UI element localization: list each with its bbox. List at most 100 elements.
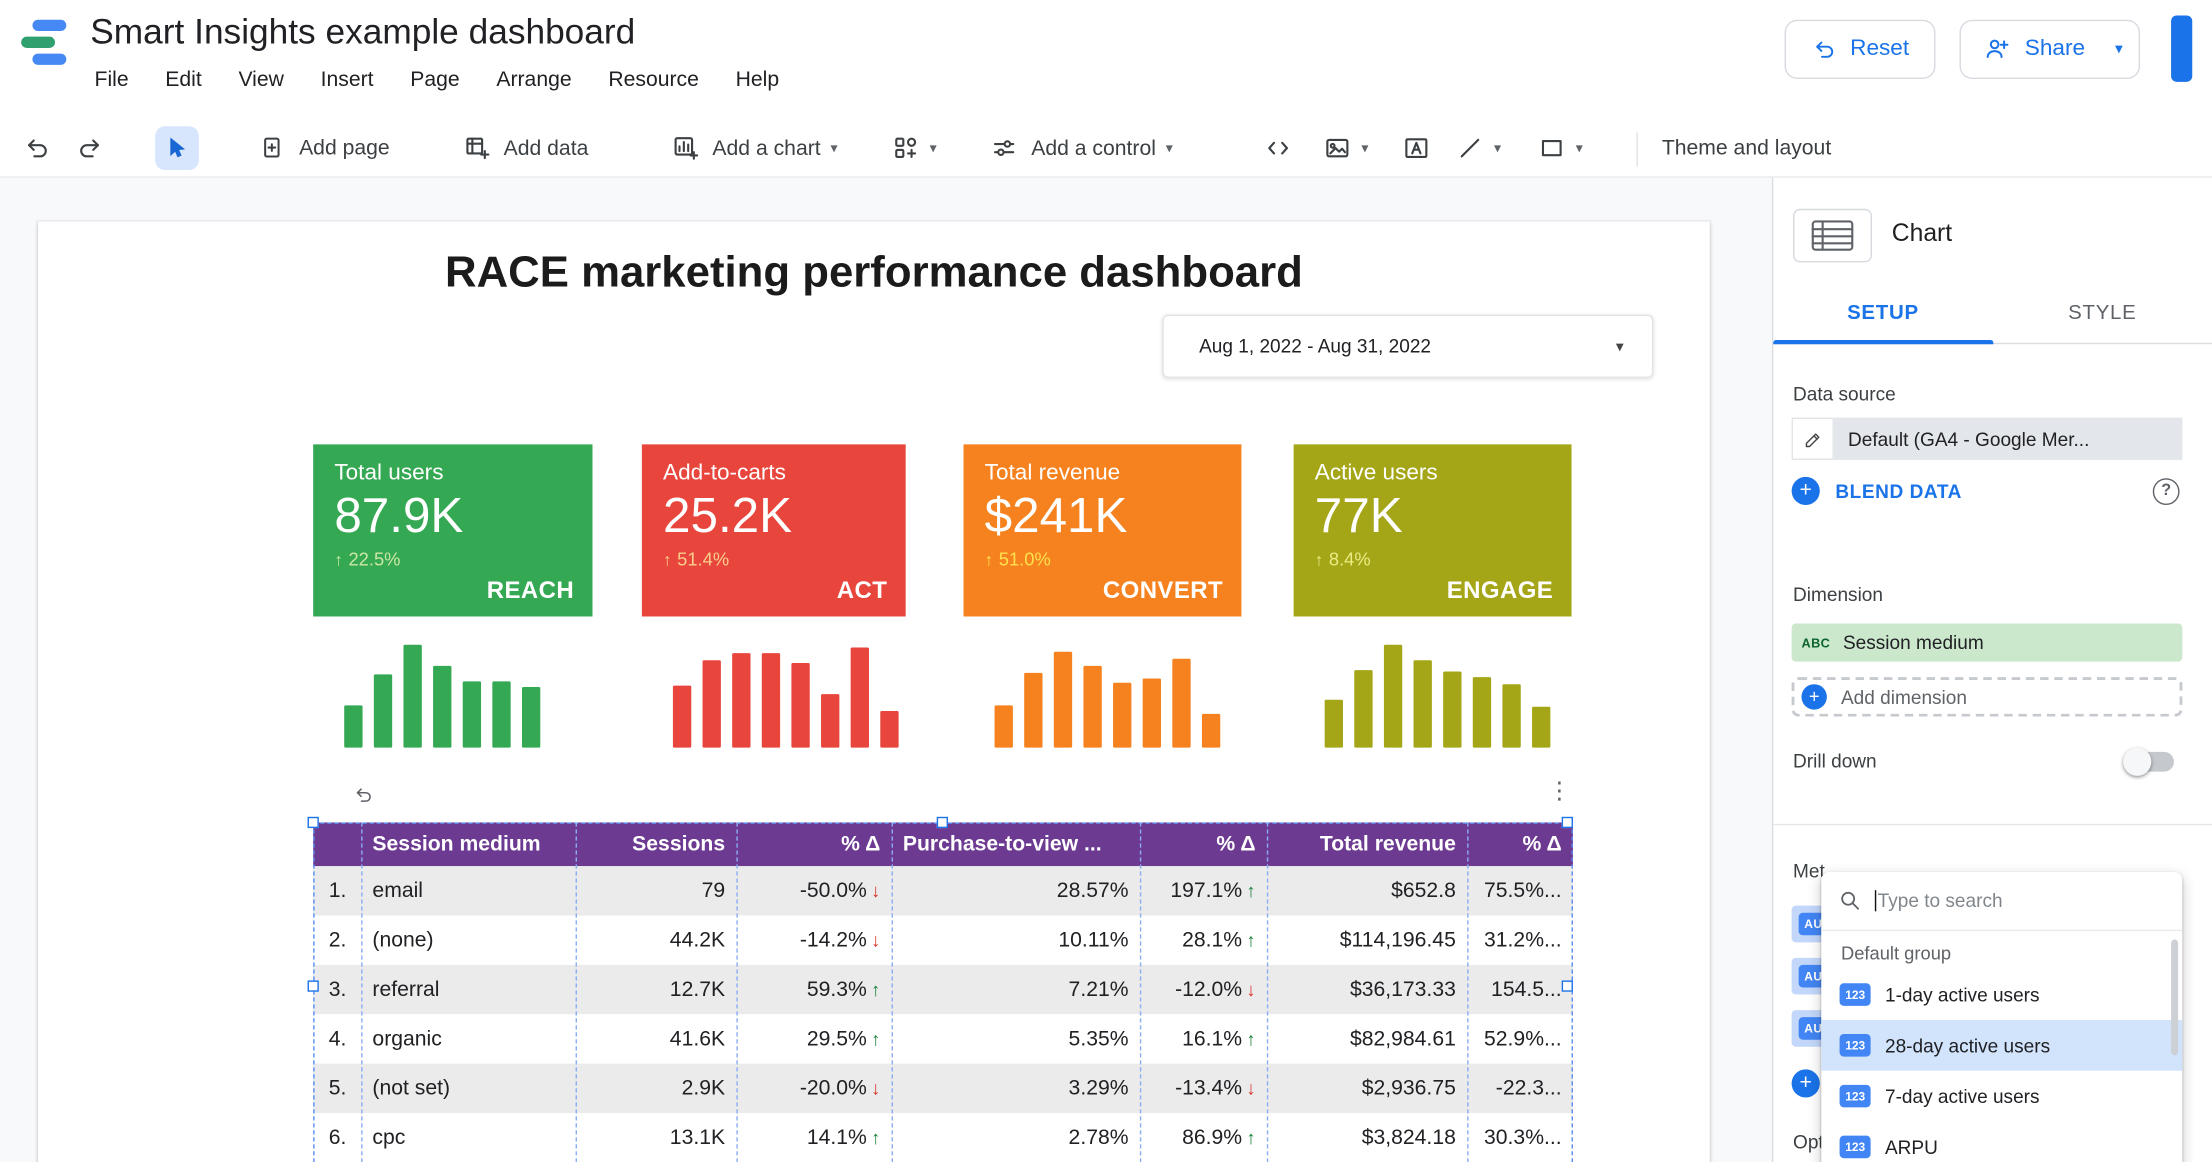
- scorecard-tag: REACH: [487, 577, 574, 605]
- header-actions: Reset Share ▾: [1784, 16, 2192, 82]
- picker-option[interactable]: 1237-day active users: [1821, 1071, 2182, 1122]
- selection-handle[interactable]: [937, 817, 948, 828]
- undo-icon: [1811, 36, 1836, 61]
- cursor-icon: [164, 135, 191, 162]
- add-text-button[interactable]: [1402, 134, 1430, 162]
- share-dropdown-button[interactable]: ▾: [2099, 39, 2139, 57]
- menu-edit[interactable]: Edit: [147, 61, 220, 99]
- table-row[interactable]: 4.organic41.6K29.5%↑5.35%16.1%↑$82,984.6…: [313, 1014, 1573, 1063]
- embed-url-button[interactable]: [1264, 134, 1292, 162]
- menu-file[interactable]: File: [76, 61, 147, 99]
- add-chart-icon: [671, 134, 699, 162]
- arrow-down-icon: ↓: [1246, 1078, 1255, 1099]
- picker-group-label: Default group: [1821, 931, 2182, 969]
- report-title[interactable]: Smart Insights example dashboard: [90, 13, 635, 54]
- selection-handle[interactable]: [308, 980, 319, 991]
- arrow-down-icon: ↓: [871, 880, 880, 901]
- user-avatar[interactable]: [2171, 16, 2192, 82]
- table-row[interactable]: 1.email79-50.0%↓28.57%197.1%↑$652.875.5%…: [313, 866, 1573, 915]
- arrow-up-icon: ↑: [1246, 1028, 1255, 1049]
- selection-handle[interactable]: [1562, 980, 1573, 991]
- select-tool-button[interactable]: [155, 126, 199, 170]
- arrow-down-icon: ↓: [1246, 979, 1255, 1000]
- add-image-button[interactable]: ▾: [1323, 134, 1368, 162]
- mini-bar-chart-reach[interactable]: [344, 642, 540, 748]
- arrow-down-icon: ↓: [871, 930, 880, 951]
- menu-help[interactable]: Help: [717, 61, 797, 99]
- table-row[interactable]: 6.cpc13.1K14.1%↑2.78%86.9%↑$3,824.1830.3…: [313, 1113, 1573, 1162]
- mini-bar-chart-act[interactable]: [673, 642, 899, 748]
- top-header: Smart Insights example dashboard FileEdi…: [0, 0, 2212, 120]
- picker-option[interactable]: 123ARPU: [1821, 1122, 2182, 1162]
- metric-search-input[interactable]: Type to search: [1821, 872, 2182, 931]
- reset-button[interactable]: Reset: [1784, 19, 1936, 78]
- picker-options: 1231-day active users12328-day active us…: [1821, 969, 2182, 1162]
- picker-option[interactable]: 1231-day active users: [1821, 969, 2182, 1020]
- share-button[interactable]: Share: [1961, 35, 2099, 62]
- theme-and-layout-button[interactable]: Theme and layout: [1662, 136, 1831, 160]
- tab-setup[interactable]: SETUP: [1773, 282, 1992, 343]
- picker-option[interactable]: 12328-day active users: [1821, 1020, 2182, 1071]
- chevron-down-icon: ▾: [1361, 140, 1368, 156]
- table-row[interactable]: 3.referral12.7K59.3%↑7.21%-12.0%↓$36,173…: [313, 965, 1573, 1014]
- mini-bar-chart-convert[interactable]: [995, 642, 1221, 748]
- drill-down-toggle[interactable]: [2126, 751, 2174, 771]
- edit-data-source-icon[interactable]: [1792, 418, 1834, 460]
- scorecard-reach[interactable]: Total users87.9K↑22.5%REACH: [313, 444, 592, 616]
- scorecard-value: 77K: [1315, 488, 1551, 544]
- add-dimension-button[interactable]: + Add dimension: [1792, 677, 2183, 716]
- bar: [1202, 714, 1220, 748]
- community-visualizations-button[interactable]: ▾: [892, 134, 937, 162]
- arrow-up-icon: ↑: [663, 549, 671, 569]
- bar: [1532, 707, 1550, 748]
- blend-data-button[interactable]: + BLEND DATA ?: [1792, 477, 2183, 505]
- add-data-button[interactable]: Add data: [463, 134, 589, 162]
- scorecard-act[interactable]: Add-to-carts25.2K↑51.4%ACT: [642, 444, 906, 616]
- scorecard-engage[interactable]: Active users77K↑8.4%ENGAGE: [1294, 444, 1572, 616]
- add-control-button[interactable]: Add a control ▾: [990, 134, 1173, 162]
- menu-view[interactable]: View: [220, 61, 302, 99]
- tab-style[interactable]: STYLE: [1993, 282, 2212, 343]
- text-box-icon: [1402, 134, 1430, 162]
- chart-menu-kebab-icon[interactable]: ⋮: [1548, 777, 1572, 805]
- dimension-label: Dimension: [1793, 584, 1883, 605]
- bar: [1384, 645, 1402, 748]
- metric-picker-dropdown: Type to search Default group 1231-day ac…: [1821, 872, 2182, 1162]
- table-row[interactable]: 2.(none)44.2K-14.2%↓10.11%28.1%↑$114,196…: [313, 916, 1573, 965]
- menu-arrange[interactable]: Arrange: [478, 61, 590, 99]
- scrollbar-thumb[interactable]: [2171, 940, 2178, 1056]
- add-shape-button[interactable]: ▾: [1538, 134, 1583, 162]
- menu-insert[interactable]: Insert: [302, 61, 392, 99]
- scorecard-convert[interactable]: Total revenue$241K↑51.0%CONVERT: [964, 444, 1242, 616]
- looker-studio-logo-icon[interactable]: [20, 18, 74, 66]
- arrow-up-icon: ↑: [334, 549, 342, 569]
- scorecard-delta: ↑22.5%: [334, 549, 571, 570]
- menu-page[interactable]: Page: [392, 61, 478, 99]
- add-page-button[interactable]: Add page: [260, 135, 390, 162]
- add-line-button[interactable]: ▾: [1456, 134, 1501, 162]
- menu-resource[interactable]: Resource: [590, 61, 717, 99]
- toolbar-redo-button[interactable]: [76, 134, 104, 162]
- toolbar-undo-button[interactable]: [23, 134, 51, 162]
- selection-handle[interactable]: [308, 817, 319, 828]
- data-source-chip[interactable]: Default (GA4 - Google Mer...: [1792, 418, 2183, 460]
- scorecard-tag: CONVERT: [1103, 577, 1223, 605]
- chevron-down-icon: ▾: [1494, 140, 1501, 156]
- chart-type-table-icon[interactable]: [1793, 209, 1872, 263]
- report-page[interactable]: RACE marketing performance dashboard Aug…: [38, 221, 1710, 1162]
- bar: [433, 666, 451, 748]
- dimension-chip[interactable]: ABC Session medium: [1792, 624, 2183, 662]
- scorecard-label: Total revenue: [985, 461, 1221, 486]
- selection-handle[interactable]: [1562, 817, 1573, 828]
- help-icon[interactable]: ?: [2153, 478, 2180, 505]
- table-row[interactable]: 5.(not set)2.9K-20.0%↓3.29%-13.4%↓$2,936…: [313, 1064, 1573, 1113]
- add-chart-button[interactable]: Add a chart ▾: [671, 134, 837, 162]
- line-tool-icon: [1456, 134, 1484, 162]
- bar: [1143, 679, 1161, 748]
- bar: [1502, 684, 1520, 747]
- chevron-down-icon: ▾: [930, 140, 937, 156]
- data-table[interactable]: Session mediumSessions% ΔPurchase-to-vie…: [313, 822, 1573, 1162]
- chart-header-undo-icon[interactable]: [353, 784, 374, 805]
- mini-bar-chart-engage[interactable]: [1325, 642, 1551, 748]
- add-metric-button[interactable]: +: [1792, 1069, 1820, 1097]
